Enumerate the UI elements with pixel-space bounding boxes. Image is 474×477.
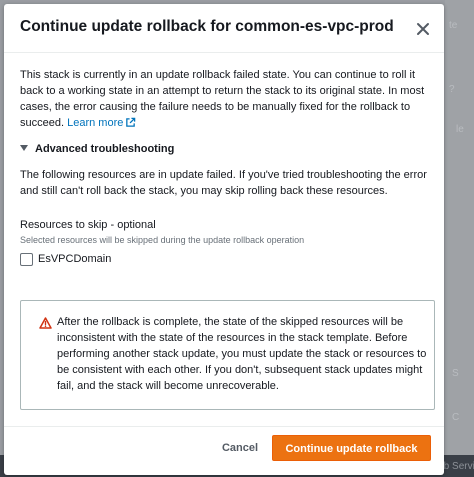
modal-header: Continue update rollback for common-es-v… [4,4,444,53]
resource-checkbox[interactable] [20,253,33,266]
advanced-troubleshooting-toggle[interactable]: Advanced troubleshooting [20,143,174,155]
resources-to-skip-label: Resources to skip - optional [20,219,156,231]
continue-rollback-modal: Continue update rollback for common-es-v… [4,4,444,475]
learn-more-label: Learn more [67,117,124,129]
background-column [445,0,474,477]
background-fragment: ? [449,84,455,95]
cancel-button[interactable]: Cancel [216,436,264,460]
warning-alert: After the rollback is complete, the stat… [20,300,435,410]
resources-to-skip-description: Selected resources will be skipped durin… [20,235,305,245]
caret-down-icon [20,145,28,151]
external-link-icon [126,117,136,127]
warning-text: After the rollback is complete, the stat… [57,316,427,392]
close-button[interactable] [414,20,432,38]
continue-update-rollback-button[interactable]: Continue update rollback [272,435,431,461]
footer-divider [4,426,444,427]
intro-paragraph: This stack is currently in an update rol… [20,67,432,131]
background-fragment: le [456,124,464,135]
modal-title: Continue update rollback for common-es-v… [20,18,394,35]
background-fragment: te [449,20,458,31]
close-icon [417,23,429,35]
advanced-troubleshooting-text: The following resources are in update fa… [20,169,427,197]
resource-checkbox-label: EsVPCDomain [38,253,112,265]
advanced-troubleshooting-label: Advanced troubleshooting [35,143,175,155]
background-fragment: S [452,368,459,379]
warning-icon [39,317,52,329]
background-fragment: C [452,412,460,423]
learn-more-link[interactable]: Learn more [67,117,136,129]
